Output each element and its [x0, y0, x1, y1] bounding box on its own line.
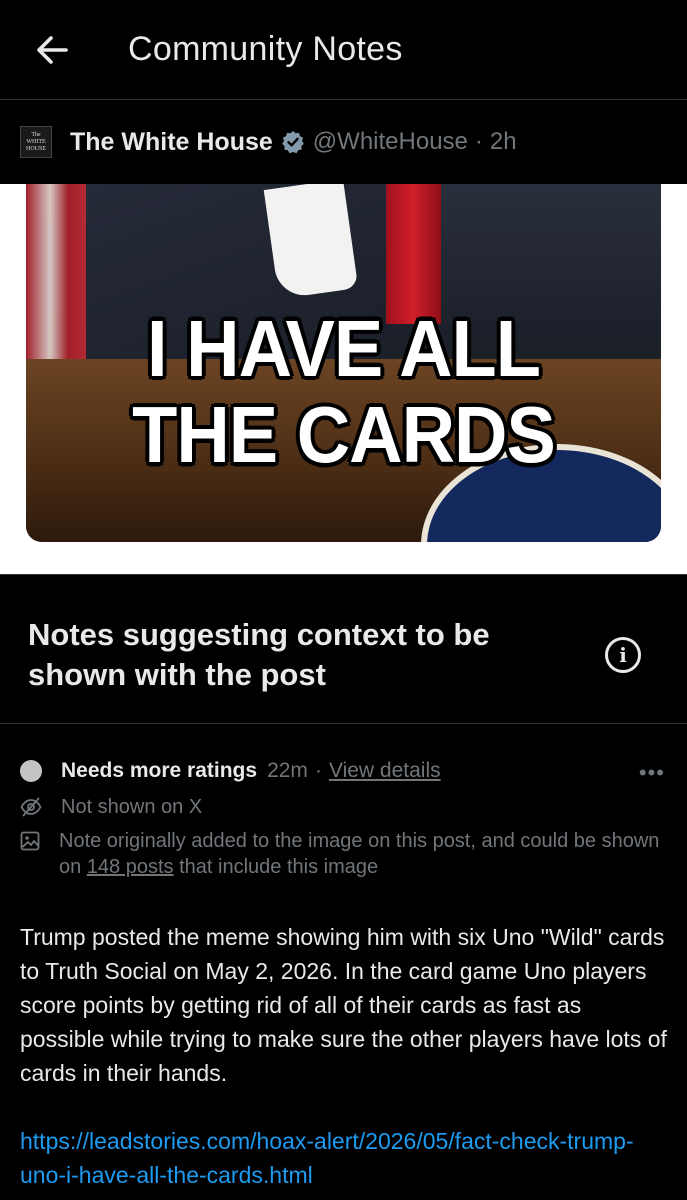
note-body: Trump posted the meme showing him with s…	[20, 924, 667, 1086]
not-shown-row: Not shown on X	[20, 794, 667, 820]
verified-badge-icon	[281, 130, 305, 154]
not-shown-text: Not shown on X	[61, 796, 203, 818]
separator-dot: ·	[474, 128, 483, 155]
top-bar: Community Notes	[0, 0, 687, 100]
meme-caption: I HAVE ALL THE CARDS	[26, 303, 661, 480]
avatar[interactable]: The WHITE HOUSE	[20, 126, 52, 158]
page-title: Community Notes	[128, 30, 403, 68]
section-divider	[0, 574, 687, 585]
post-image[interactable]: I HAVE ALL THE CARDS	[26, 184, 661, 542]
notes-section-title: Notes suggesting context to be shown wit…	[28, 617, 490, 692]
post-time: 2h	[489, 128, 517, 155]
status-dot-icon	[20, 760, 42, 782]
posts-count-link[interactable]: 148 posts	[87, 856, 174, 878]
arrow-left-icon	[37, 35, 68, 64]
info-icon[interactable]: i	[605, 637, 641, 673]
note-status-row: Needs more ratings 22m · View details	[20, 756, 667, 786]
media-note-suffix: that include this image	[173, 856, 379, 878]
meme-caption-line-2: THE CARDS	[132, 389, 556, 480]
separator-dot: ·	[314, 759, 322, 782]
post-author-row[interactable]: The WHITE HOUSE The White House @WhiteHo…	[0, 100, 687, 184]
notes-section-header: Notes suggesting context to be shown wit…	[0, 585, 687, 724]
source-link[interactable]: https://leadstories.com/hoax-alert/2026/…	[20, 1124, 667, 1192]
note-time: 22m	[267, 759, 308, 782]
view-details-link[interactable]: View details	[329, 759, 441, 783]
back-button[interactable]	[22, 20, 82, 80]
avatar-text-3: HOUSE	[25, 145, 46, 152]
avatar-text-1: The	[31, 131, 41, 138]
community-note: Needs more ratings 22m · View details ••…	[0, 724, 687, 1192]
note-status: Needs more ratings	[61, 759, 258, 782]
media-note-row: Note originally added to the image on th…	[20, 828, 667, 880]
avatar-text-2: WHITE	[26, 138, 46, 145]
image-icon	[20, 828, 40, 851]
post-media-container: I HAVE ALL THE CARDS	[0, 184, 687, 574]
more-options-icon[interactable]: •••	[639, 760, 665, 786]
author-handle[interactable]: @WhiteHouse	[313, 128, 468, 156]
meme-caption-line-1: I HAVE ALL	[147, 303, 541, 394]
media-note-text: Note originally added to the image on th…	[59, 828, 667, 880]
eye-off-icon	[20, 794, 42, 817]
author-name[interactable]: The White House	[70, 128, 273, 157]
